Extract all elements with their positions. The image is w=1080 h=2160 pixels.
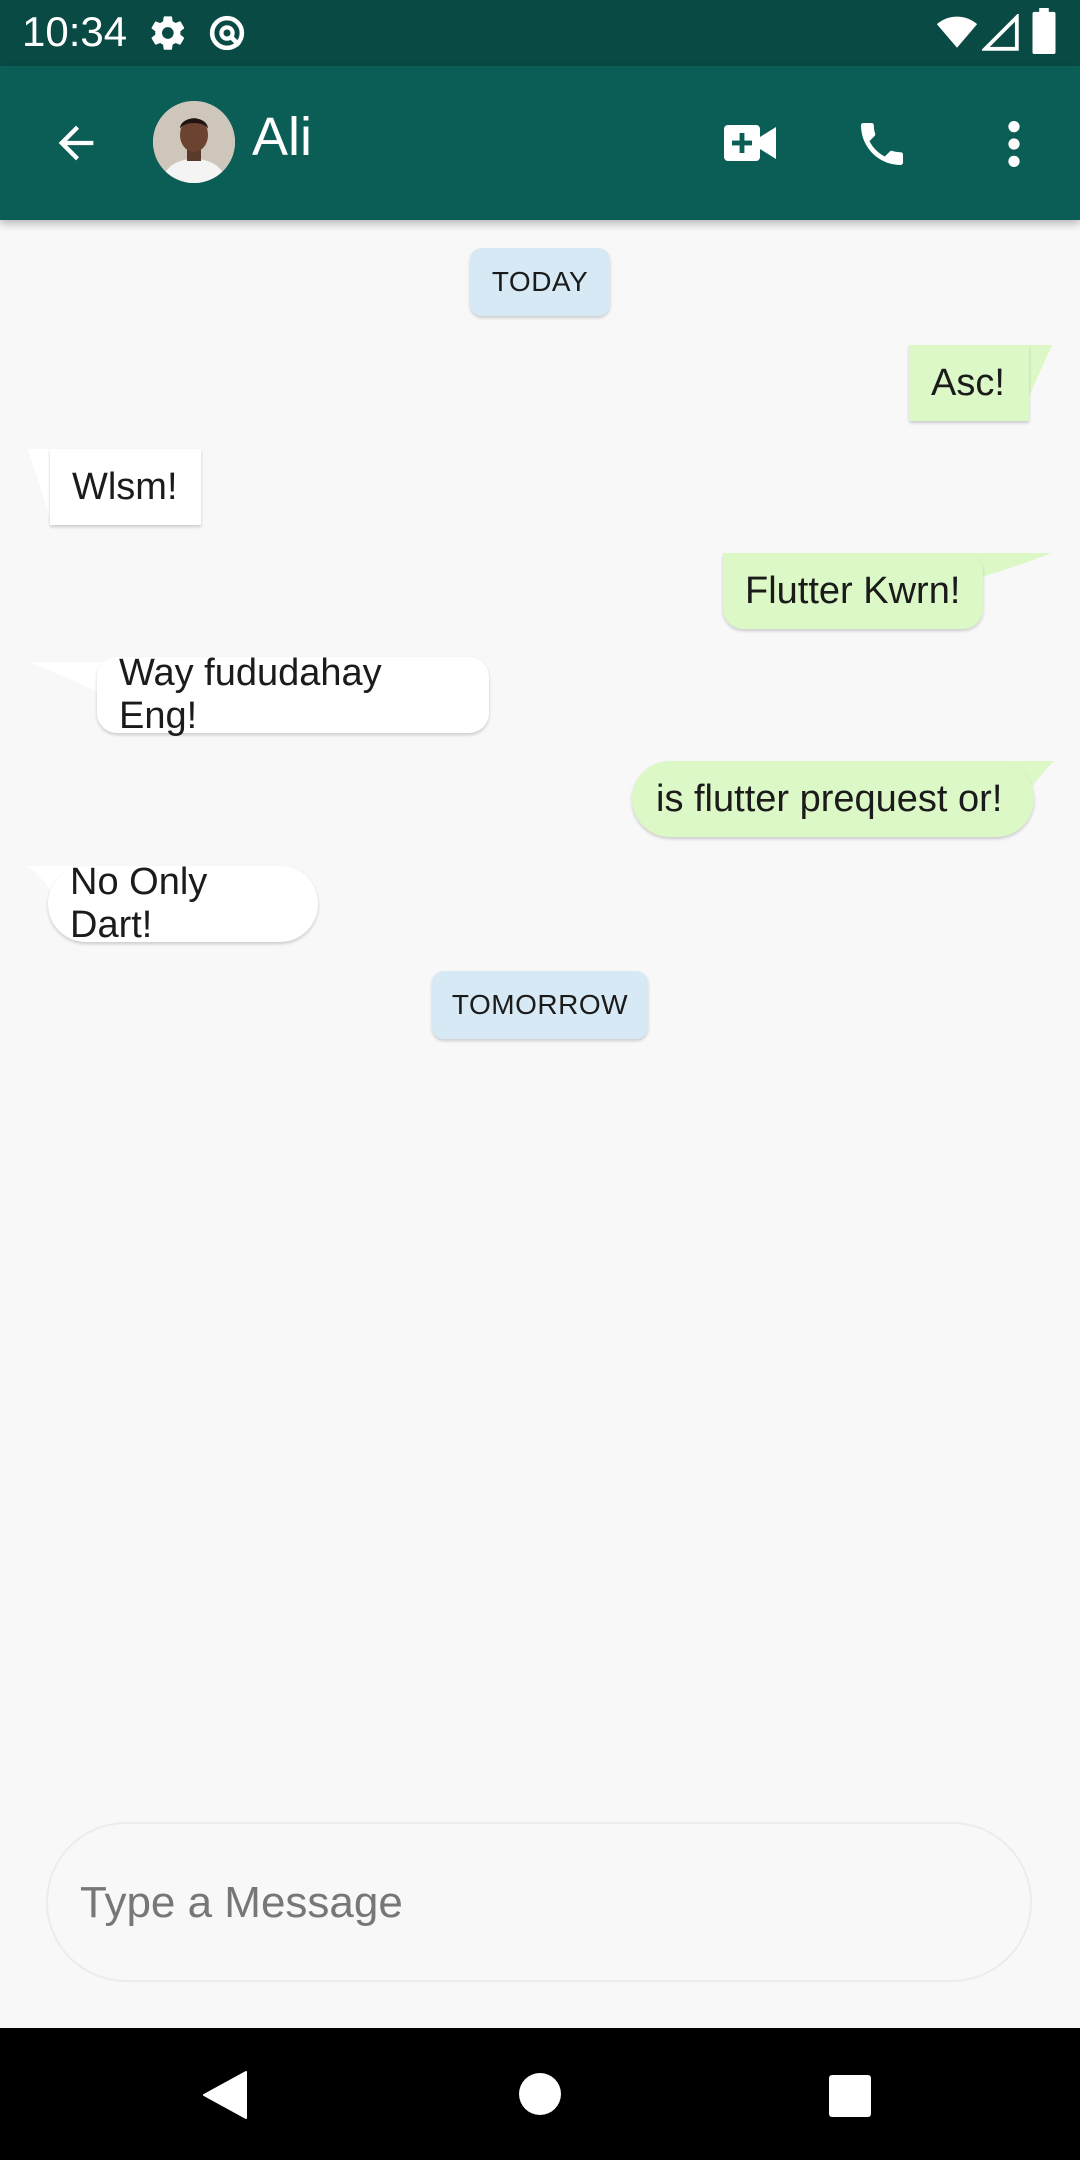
status-time: 10:34 — [22, 8, 128, 55]
nav-recents-icon[interactable] — [828, 2074, 872, 2118]
phone-icon[interactable] — [854, 116, 910, 172]
message-bubble-received[interactable]: No Only Dart! — [48, 861, 318, 946]
more-options-icon[interactable] — [996, 118, 1032, 170]
nav-home-icon[interactable] — [518, 2072, 562, 2116]
avatar[interactable] — [153, 101, 235, 183]
settings-icon — [151, 16, 185, 50]
contact-name[interactable]: Ali — [252, 106, 312, 168]
avatar-photo — [153, 101, 235, 183]
message-text: No Only Dart! — [70, 861, 208, 946]
message-text: Flutter Kwrn! — [745, 569, 961, 612]
message-composer[interactable] — [46, 1822, 1032, 1982]
message-bubble-sent[interactable]: Asc! — [909, 345, 1029, 421]
date-chip-today: TODAY — [470, 248, 610, 316]
message-text: Wlsm! — [72, 465, 178, 508]
message-bubble-received[interactable]: Way fududahay Eng! — [97, 652, 489, 737]
message-input[interactable] — [78, 1824, 982, 1982]
date-chip-tomorrow: TOMORROW — [432, 971, 648, 1039]
wifi-icon — [936, 16, 978, 48]
message-bubble-received[interactable]: Wlsm! — [50, 449, 201, 525]
video-call-icon[interactable] — [722, 118, 778, 168]
message-bubble-sent[interactable]: Flutter Kwrn! — [723, 553, 983, 629]
chat-app-bar: Ali — [0, 66, 1080, 220]
message-text: is flutter prequest or! — [656, 777, 1003, 820]
message-list[interactable]: TODAY Asc! Wlsm! Flutter Kwrn! Way fudud… — [0, 220, 1080, 2028]
system-nav-bar — [0, 2028, 1080, 2160]
message-text: Asc! — [931, 361, 1005, 404]
message-bubble-sent[interactable]: is flutter prequest or! — [632, 761, 1034, 837]
battery-icon — [1032, 8, 1056, 54]
message-text: Way fududahay Eng! — [119, 652, 382, 737]
status-bar: 10:34 — [0, 0, 1080, 66]
back-arrow-icon[interactable] — [50, 117, 102, 169]
sync-icon — [209, 15, 245, 51]
nav-back-icon[interactable] — [202, 2070, 248, 2120]
signal-icon — [982, 14, 1019, 51]
